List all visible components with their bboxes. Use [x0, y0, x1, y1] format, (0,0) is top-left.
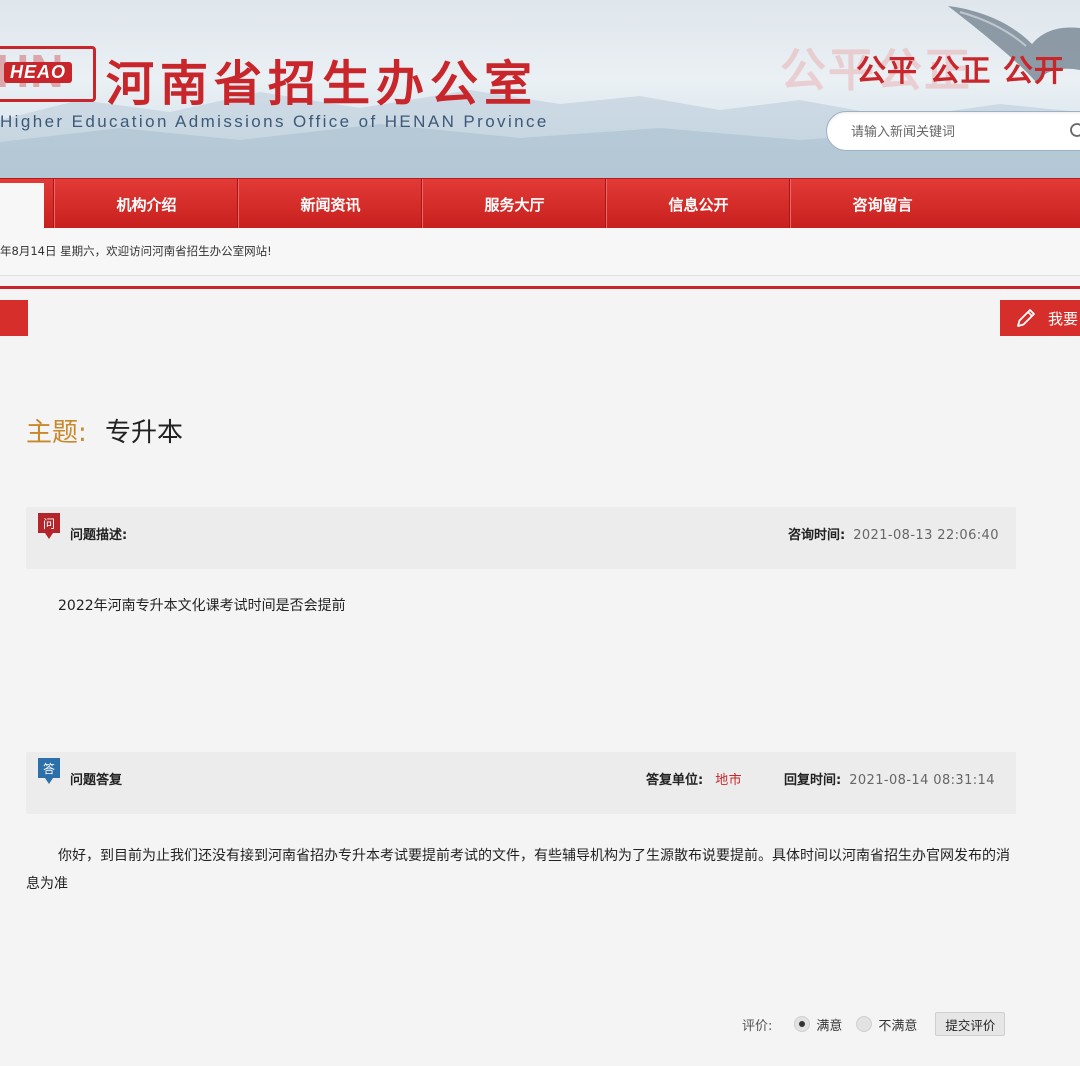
nav-item-news[interactable]: 新闻资讯 [237, 179, 422, 229]
question-label: 问题描述: [70, 528, 128, 543]
nav-item-consultation[interactable]: 咨询留言 [789, 179, 974, 229]
question-text: 2022年河南专升本文化课考试时间是否会提前 [58, 598, 346, 614]
pencil-icon [1017, 309, 1035, 327]
topic-label: 主题: [26, 418, 87, 448]
nav-home-tab[interactable] [0, 183, 44, 229]
topic-value: 专升本 [105, 418, 184, 448]
answer-text: 你好，到目前为止我们还没有接到河南省招办专升本考试要提前考试的文件，有些辅导机构… [26, 848, 1010, 892]
logo-abbreviation: HEAO [4, 62, 73, 83]
answer-time-label: 回复时间: [784, 773, 842, 788]
answer-header: 答 问题答复 答复单位: 地市 回复时间: 2021-08-14 08:31:14 [26, 752, 1016, 814]
question-time-value: 2021-08-13 22:06:40 [853, 528, 999, 543]
search-box [826, 111, 1080, 151]
search-icon[interactable] [1069, 122, 1080, 142]
nav-item-info-disclosure[interactable]: 信息公开 [605, 179, 790, 229]
date-welcome-text: 年8月14日 星期六，欢迎访问河南省招生办公室网站! [0, 244, 272, 258]
site-title: 河南省招生办公室 [106, 56, 539, 112]
answer-badge-icon: 答 [38, 758, 60, 784]
nav-item-organization[interactable]: 机构介绍 [53, 179, 238, 229]
answer-time-value: 2021-08-14 08:31:14 [849, 773, 995, 788]
rating-label: 评价: [742, 1018, 773, 1034]
slogan: 公平 公正 公开 [856, 54, 1065, 89]
question-time-label: 咨询时间: [788, 528, 846, 543]
rating-satisfied-label: 满意 [816, 1018, 843, 1034]
answer-unit-label: 答复单位: [646, 773, 704, 788]
date-welcome-bar: 年8月14日 星期六，欢迎访问河南省招生办公室网站! [0, 228, 1080, 276]
question-header: 问 问题描述: 咨询时间: 2021-08-13 22:06:40 [26, 507, 1016, 569]
divider [0, 286, 1080, 289]
ask-question-label: 我要 [1048, 309, 1079, 328]
submit-rating-button[interactable]: 提交评价 [935, 1012, 1006, 1036]
section-tab [0, 300, 28, 336]
nav-item-service-hall[interactable]: 服务大厅 [421, 179, 606, 229]
rating-satisfied-radio[interactable] [794, 1016, 811, 1032]
site-banner: HN HEAO 河南省招生办公室 Higher Education Admiss… [0, 0, 1080, 178]
site-subtitle: Higher Education Admissions Office of HE… [0, 112, 549, 131]
answer-time: 回复时间: 2021-08-14 08:31:14 [784, 769, 995, 788]
search-input[interactable] [851, 121, 1061, 143]
topic-heading: 主题: 专升本 [26, 412, 183, 449]
rating-unsatisfied-label: 不满意 [878, 1018, 918, 1034]
rating-unsatisfied-radio[interactable] [856, 1016, 873, 1032]
question-badge-icon: 问 [38, 513, 60, 539]
rating-form: 评价: 满意 不满意 提交评价 [742, 1012, 1006, 1036]
ask-question-button[interactable]: 我要 [1000, 300, 1080, 336]
answer-label: 问题答复 [70, 773, 123, 788]
question-time: 咨询时间: 2021-08-13 22:06:40 [788, 524, 999, 543]
answer-unit: 答复单位: 地市 [646, 769, 742, 788]
main-nav: 机构介绍 新闻资讯 服务大厅 信息公开 咨询留言 [0, 178, 1080, 229]
answer-unit-value: 地市 [715, 773, 743, 788]
